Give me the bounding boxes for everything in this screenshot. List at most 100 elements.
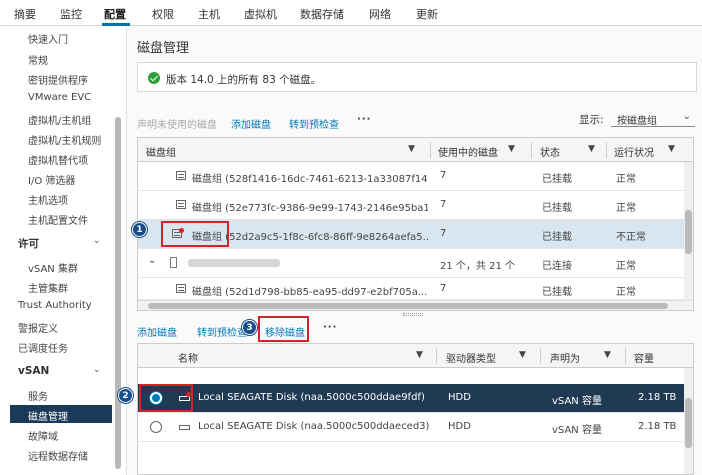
callout-badge-3: 3 (242, 320, 257, 335)
disk-group-health: 不正常 (616, 232, 646, 243)
active-tab-indicator (102, 23, 130, 26)
sidebar-section-vsan[interactable]: vSAN (18, 365, 49, 377)
sidebar-item-general[interactable]: 常规 (28, 52, 48, 67)
disks-in-use: 21 个，共 21 个 (440, 261, 515, 272)
table-row-host[interactable]: ⌄ 21 个，共 21 个 已连接 正常 (138, 249, 693, 278)
filter-icon[interactable]: ▼ (519, 350, 526, 360)
sidebar-scrollbar[interactable] (115, 117, 121, 469)
column-header-name[interactable]: 名称 (178, 350, 198, 365)
host-icon (170, 257, 177, 268)
sidebar-item-remote-datastores[interactable]: 远程数据存储 (28, 448, 88, 463)
claimed-as: vSAN 容量 (552, 396, 602, 407)
tab-permissions[interactable]: 权限 (152, 6, 174, 22)
column-header-health[interactable]: 运行状况 (614, 144, 654, 159)
callout-highlight-disk-row (139, 384, 193, 412)
sidebar-item-host-profile[interactable]: 主机配置文件 (28, 212, 88, 227)
table-row[interactable]: 磁盘组 (52d1d798-bb85-ea95-dd97-e2bf705a...… (138, 278, 693, 300)
info-text: 版本 14.0 上的所有 83 个磁盘。 (166, 74, 322, 86)
tab-updates[interactable]: 更新 (416, 6, 438, 22)
more-actions-button[interactable]: ··· (357, 114, 371, 125)
column-separator (606, 142, 607, 158)
disks-in-use: 7 (440, 228, 447, 239)
filter-icon[interactable]: ▼ (508, 144, 515, 154)
table-row[interactable]: Local SEAGATE Disk (naa.5000c500ddaeced3… (138, 413, 693, 442)
tab-configure[interactable]: 配置 (104, 6, 126, 22)
scrollbar-thumb[interactable] (148, 303, 668, 309)
add-disk-button[interactable]: 添加磁盘 (231, 116, 271, 131)
sidebar-item-vm-host-groups[interactable]: 虚拟机/主机组 (28, 112, 91, 127)
more-actions-button[interactable]: ··· (323, 322, 337, 333)
tab-datastores[interactable]: 数据存储 (300, 6, 344, 22)
tab-monitor[interactable]: 监控 (60, 6, 82, 22)
sidebar-item-supervisor-cluster[interactable]: 主管集群 (28, 280, 68, 295)
disk-group-state: 已挂载 (542, 203, 572, 214)
grid-header: 磁盘组 ▼ 使用中的磁盘 ▼ 状态 ▼ 运行状况 ▼ (138, 138, 693, 162)
chevron-down-icon[interactable]: ⌄ (93, 236, 101, 246)
scrollbar-thumb[interactable] (685, 210, 692, 254)
pane-splitter-handle[interactable] (403, 313, 423, 316)
chevron-down-icon: ⌄ (682, 111, 691, 122)
disk-group-state: 已挂载 (542, 287, 572, 298)
sidebar-section-licensing[interactable]: 许可 (18, 236, 39, 251)
disk-group-icon (176, 200, 186, 209)
main-panel: 磁盘管理 版本 14.0 上的所有 83 个磁盘。 声明未使用的磁盘 添加磁盘 … (126, 27, 702, 475)
sidebar-item-io-filters[interactable]: I/O 筛选器 (28, 172, 75, 187)
sidebar-item-host-options[interactable]: 主机选项 (28, 192, 68, 207)
table-row[interactable]: 磁盘组 (528f1416-16dc-7461-6213-1a33087f142… (138, 162, 693, 191)
disk-group-name: 磁盘组 (52e773fc-9386-9e99-1743-2146e95ba1.… (192, 203, 428, 214)
filter-icon[interactable]: ▼ (408, 144, 415, 154)
tab-vms[interactable]: 虚拟机 (244, 6, 277, 22)
sidebar-item-key-providers[interactable]: 密钥提供程序 (28, 72, 88, 87)
sidebar-item-vm-host-rules[interactable]: 虚拟机/主机规则 (28, 132, 101, 147)
sidebar-item-vm-overrides[interactable]: 虚拟机替代项 (28, 152, 88, 167)
group-by-select[interactable]: 按磁盘组 ⌄ (611, 109, 695, 127)
sidebar-item-fault-domains[interactable]: 故障域 (28, 428, 58, 443)
column-header-state[interactable]: 状态 (540, 144, 560, 159)
show-label: 显示: (579, 114, 604, 126)
column-header-claimed-as[interactable]: 声明为 (550, 350, 580, 365)
grid-vertical-scrollbar[interactable] (684, 162, 693, 302)
precheck-button[interactable]: 转到预检查 (289, 116, 339, 131)
chevron-down-icon[interactable]: ⌄ (148, 255, 156, 266)
redacted-host-name (188, 259, 280, 267)
grid-horizontal-scrollbar[interactable] (138, 300, 693, 310)
drive-type: HDD (448, 421, 471, 432)
row-radio[interactable] (150, 421, 162, 433)
sidebar-item-disk-management[interactable]: 磁盘管理 (28, 408, 68, 423)
claim-unused-disks-button[interactable]: 声明未使用的磁盘 (137, 116, 217, 131)
tab-summary[interactable]: 摘要 (14, 6, 36, 22)
table-row-selected[interactable]: Local SEAGATE Disk (naa.5000c500ddae9fdf… (138, 384, 693, 413)
scrollbar-thumb[interactable] (685, 398, 692, 448)
sidebar-item-scheduled-tasks[interactable]: 已调度任务 (18, 340, 68, 355)
sidebar-item-trust-authority[interactable]: Trust Authority (18, 300, 92, 311)
tab-networks[interactable]: 网络 (369, 6, 391, 22)
disks-in-use: 7 (440, 283, 447, 294)
sidebar-item-quickstart[interactable]: 快速入门 (28, 31, 68, 46)
drive-type: HDD (448, 392, 471, 403)
info-banner: 版本 14.0 上的所有 83 个磁盘。 (137, 62, 697, 92)
column-header-drive-type[interactable]: 驱动器类型 (446, 350, 496, 365)
disks-in-use: 7 (440, 170, 447, 181)
sidebar-item-alarm-definitions[interactable]: 警报定义 (18, 320, 58, 335)
precheck-button[interactable]: 转到预检查 (197, 324, 247, 339)
filter-icon[interactable]: ▼ (604, 350, 611, 360)
sidebar-item-vmware-evc[interactable]: VMware EVC (28, 92, 91, 103)
grid-vertical-scrollbar[interactable] (684, 368, 693, 474)
host-state: 已连接 (542, 261, 572, 272)
disk-group-health: 正常 (616, 174, 636, 185)
sidebar-item-vsan-cluster[interactable]: vSAN 集群 (28, 260, 78, 275)
filter-icon[interactable]: ▼ (588, 144, 595, 154)
disk-group-health: 正常 (616, 203, 636, 214)
column-header-disk-group[interactable]: 磁盘组 (146, 144, 176, 159)
tab-hosts[interactable]: 主机 (198, 6, 220, 22)
filter-icon[interactable]: ▼ (668, 144, 675, 154)
top-tab-bar: 摘要 监控 配置 权限 主机 虚拟机 数据存储 网络 更新 (0, 0, 702, 26)
sidebar-item-services[interactable]: 服务 (28, 388, 48, 403)
add-disk-button[interactable]: 添加磁盘 (137, 324, 177, 339)
disk-group-state: 已挂载 (542, 232, 572, 243)
filter-icon[interactable]: ▼ (416, 350, 423, 360)
table-row[interactable]: 磁盘组 (52e773fc-9386-9e99-1743-2146e95ba1.… (138, 191, 693, 220)
chevron-down-icon[interactable]: ⌄ (93, 365, 101, 375)
column-header-in-use[interactable]: 使用中的磁盘 (438, 144, 498, 159)
column-header-capacity[interactable]: 容量 (634, 350, 654, 365)
